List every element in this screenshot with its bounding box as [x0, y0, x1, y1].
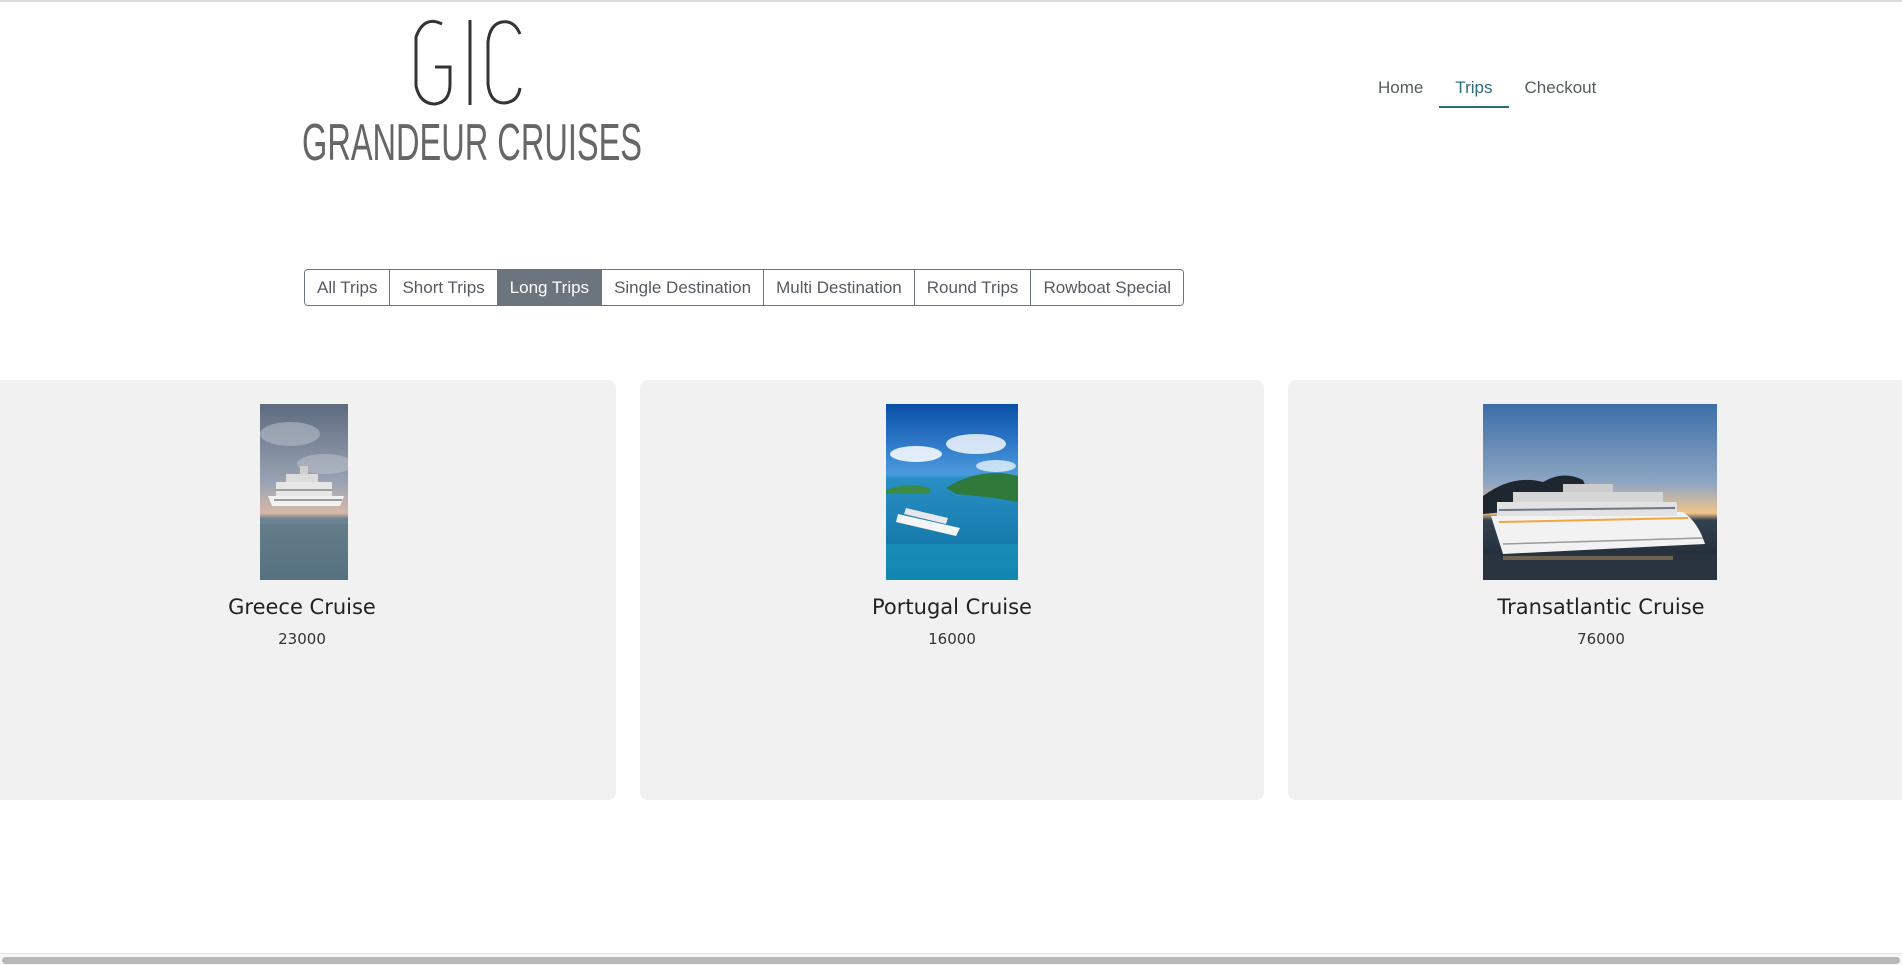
- trip-card-transatlantic[interactable]: Transatlantic Cruise 76000: [1288, 380, 1902, 800]
- filter-rowboat-special[interactable]: Rowboat Special: [1030, 270, 1184, 305]
- trip-price: 76000: [1577, 630, 1625, 648]
- logo-graphic: GRANDEUR CRUISES: [302, 19, 642, 167]
- logo-text: GRANDEUR CRUISES: [302, 114, 642, 167]
- filter-single-destination[interactable]: Single Destination: [601, 270, 764, 305]
- trip-title: Greece Cruise: [228, 595, 376, 619]
- trip-card-list: Greece Cruise 23000 Portugal Cruise 1600…: [0, 380, 1902, 800]
- trip-title: Portugal Cruise: [872, 595, 1032, 619]
- portugal-cruise-image: [886, 404, 1018, 580]
- filter-round-trips[interactable]: Round Trips: [913, 270, 1031, 305]
- site-logo[interactable]: GRANDEUR CRUISES: [300, 12, 645, 167]
- horizontal-scrollbar[interactable]: [0, 953, 1902, 965]
- top-border: [0, 0, 1902, 2]
- nav-trips[interactable]: Trips: [1439, 68, 1509, 108]
- nav-home[interactable]: Home: [1362, 68, 1439, 108]
- filter-short-trips[interactable]: Short Trips: [389, 270, 497, 305]
- trip-title: Transatlantic Cruise: [1497, 595, 1705, 619]
- trip-card-portugal[interactable]: Portugal Cruise 16000: [640, 380, 1264, 800]
- trip-price: 23000: [278, 630, 326, 648]
- nav-checkout[interactable]: Checkout: [1509, 68, 1613, 108]
- main-nav: Home Trips Checkout: [1362, 68, 1612, 110]
- filter-long-trips[interactable]: Long Trips: [496, 270, 602, 305]
- filter-all-trips[interactable]: All Trips: [305, 270, 390, 305]
- scrollbar-thumb[interactable]: [2, 957, 1900, 964]
- filter-multi-destination[interactable]: Multi Destination: [763, 270, 914, 305]
- greece-cruise-image: [260, 404, 348, 580]
- trip-card-greece[interactable]: Greece Cruise 23000: [0, 380, 616, 800]
- trip-price: 16000: [928, 630, 976, 648]
- transatlantic-cruise-image: [1483, 404, 1717, 580]
- trip-filter-group: All Trips Short Trips Long Trips Single …: [304, 269, 1185, 306]
